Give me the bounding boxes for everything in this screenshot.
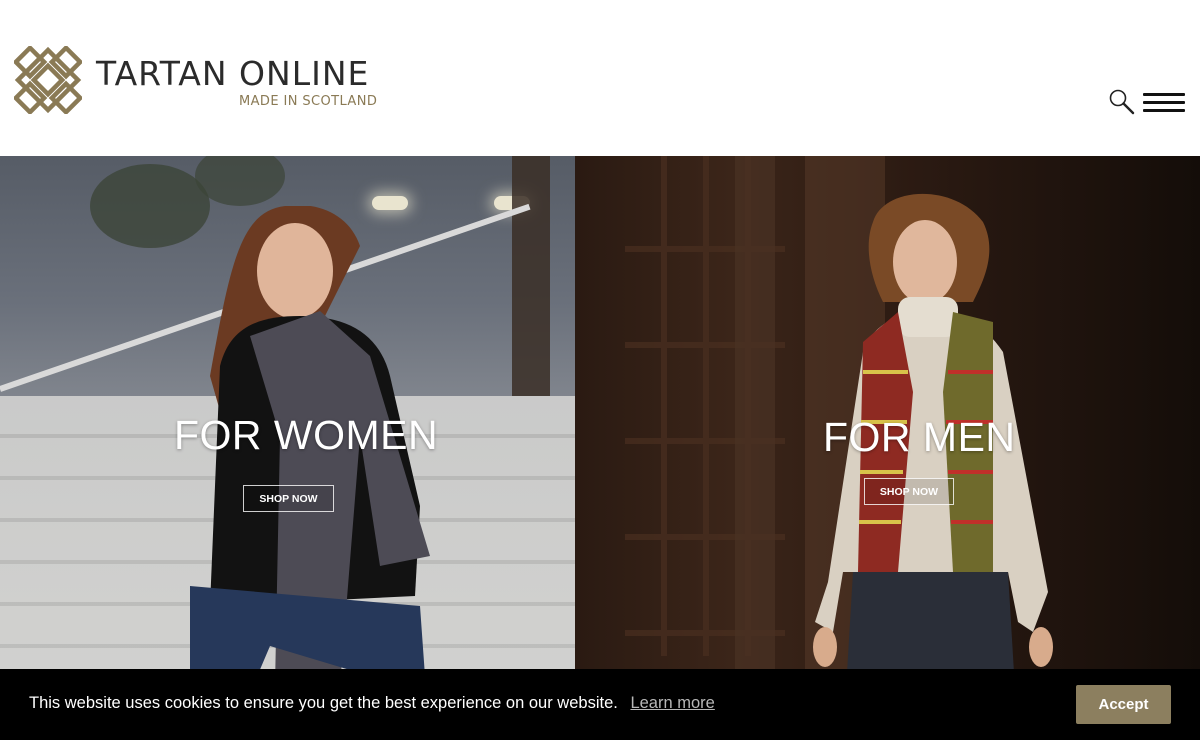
men-hero-panel[interactable]: FOR MEN SHOP NOW xyxy=(575,156,1200,740)
women-hero-panel[interactable]: FOR WOMEN SHOP NOW xyxy=(0,156,575,740)
hamburger-menu-icon xyxy=(1143,93,1185,96)
hamburger-line xyxy=(1143,109,1185,112)
women-hero-title: FOR WOMEN xyxy=(174,412,439,458)
cookie-message: This website uses cookies to ensure you … xyxy=(29,694,618,712)
site-logo[interactable]: TARTAN ONLINE MADE IN SCOTLAND xyxy=(14,46,377,114)
hamburger-menu-button[interactable] xyxy=(1143,93,1185,115)
shop-women-button[interactable]: SHOP NOW xyxy=(243,485,334,512)
cookie-message-container: This website uses cookies to ensure you … xyxy=(29,694,715,713)
site-header: TARTAN ONLINE MADE IN SCOTLAND xyxy=(0,0,1200,156)
men-hero-title: FOR MEN xyxy=(823,414,1016,460)
woman-model-image xyxy=(190,206,430,740)
shop-men-button[interactable]: SHOP NOW xyxy=(864,478,954,505)
man-model-image xyxy=(813,193,1053,740)
accept-cookies-button[interactable]: Accept xyxy=(1076,685,1171,724)
celtic-knot-logo-icon xyxy=(14,46,82,114)
brand-tagline: MADE IN SCOTLAND xyxy=(239,94,378,109)
search-icon xyxy=(1109,89,1135,115)
search-button[interactable] xyxy=(1108,88,1136,116)
logo-text: TARTAN ONLINE MADE IN SCOTLAND xyxy=(96,54,378,110)
brand-name: TARTAN ONLINE xyxy=(96,54,370,93)
learn-more-link[interactable]: Learn more xyxy=(630,694,714,712)
cookie-consent-bar: This website uses cookies to ensure you … xyxy=(0,669,1200,740)
hamburger-line xyxy=(1143,101,1185,104)
